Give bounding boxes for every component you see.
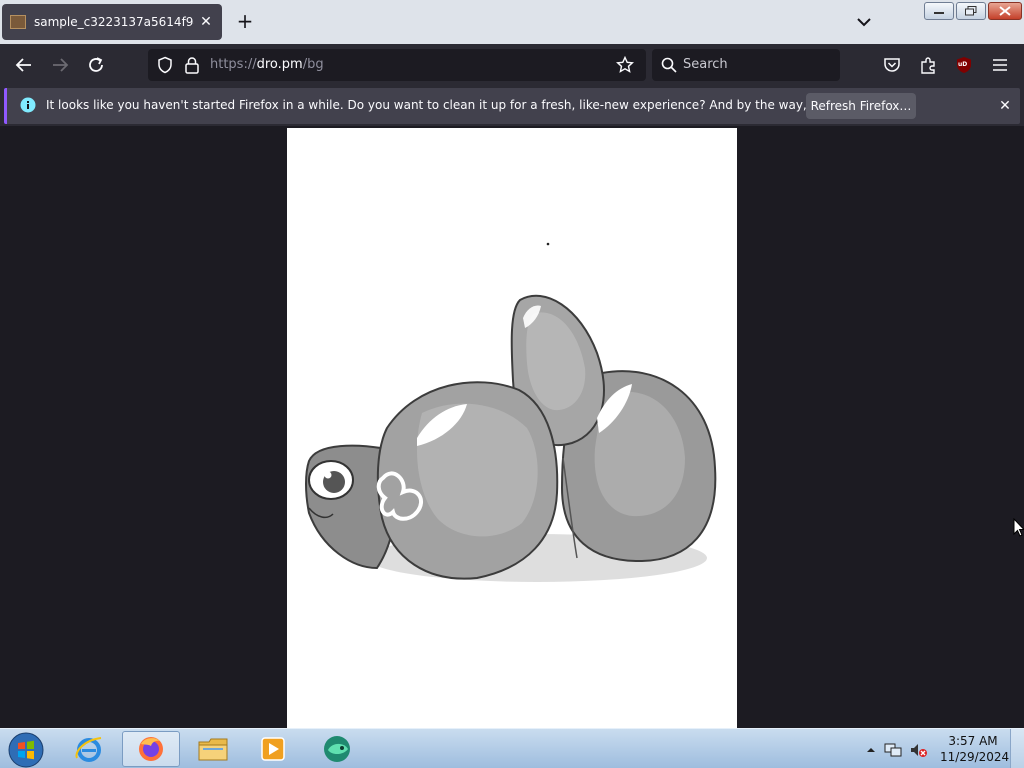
screen: sample_c3223137a5614f94d0d3 ✕ + — [0, 0, 1024, 768]
new-tab-button[interactable]: + — [234, 10, 256, 32]
bookmark-star-icon[interactable] — [616, 56, 634, 74]
folder-icon — [198, 738, 228, 761]
app-menu-button[interactable] — [988, 53, 1012, 77]
media-player-icon — [261, 737, 285, 761]
window-controls — [924, 2, 1022, 20]
internet-explorer-icon — [75, 737, 102, 762]
navigation-toolbar: https://dro.pm/bg Search uD — [0, 44, 1024, 86]
notification-bar: It looks like you haven't started Firefo… — [0, 86, 1024, 126]
start-button[interactable] — [6, 731, 46, 768]
refresh-firefox-button[interactable]: Refresh Firefox… — [806, 93, 916, 119]
ublock-origin-button[interactable]: uD — [952, 53, 976, 77]
url-text[interactable]: https://dro.pm/bg — [210, 57, 324, 72]
url-scheme: https:// — [210, 57, 257, 72]
clock-time: 3:57 AM — [948, 734, 998, 748]
displayed-image — [287, 128, 737, 728]
notification-text: It looks like you haven't started Firefo… — [46, 98, 902, 112]
windows-taskbar: 3:57 AM 11/29/2024 — [0, 728, 1024, 768]
close-icon — [999, 6, 1011, 16]
tab-title: sample_c3223137a5614f94d0d3 — [34, 15, 194, 29]
search-icon — [661, 57, 677, 73]
restore-button[interactable] — [956, 2, 986, 20]
green-fish-app-icon — [324, 736, 350, 762]
browser-tab[interactable]: sample_c3223137a5614f94d0d3 ✕ — [2, 4, 222, 40]
arrow-right-icon — [53, 58, 69, 72]
reload-button[interactable] — [84, 53, 108, 77]
tab-favicon-icon — [10, 15, 26, 29]
search-input[interactable]: Search — [652, 49, 840, 81]
chevron-down-icon — [857, 18, 871, 27]
restore-icon — [965, 6, 977, 16]
arrow-left-icon — [15, 58, 31, 72]
show-hidden-icons-icon[interactable] — [866, 745, 876, 755]
page-content — [0, 126, 1024, 728]
windows-logo-icon — [8, 732, 44, 768]
tab-close-icon[interactable]: ✕ — [198, 14, 214, 30]
forward-button[interactable] — [48, 53, 72, 77]
back-button[interactable] — [12, 53, 36, 77]
list-all-tabs-button[interactable] — [852, 10, 876, 34]
gray-blob-illustration — [305, 242, 717, 582]
volume-muted-icon[interactable] — [910, 742, 928, 758]
taskbar-file-explorer[interactable] — [184, 731, 242, 767]
taskbar-media-player[interactable] — [244, 731, 302, 767]
hamburger-menu-icon — [993, 59, 1007, 71]
taskbar-internet-explorer[interactable] — [60, 731, 118, 767]
reload-icon — [89, 57, 103, 72]
network-icon[interactable] — [884, 742, 902, 758]
firefox-icon — [139, 737, 163, 761]
ublock-badge: uD — [958, 61, 968, 68]
lock-icon[interactable] — [184, 56, 200, 74]
notification-message-box: It looks like you haven't started Firefo… — [4, 88, 1020, 124]
url-host: dro.pm — [256, 57, 303, 72]
system-tray — [866, 733, 928, 767]
puzzle-piece-icon — [921, 57, 935, 74]
mouse-cursor-icon — [1013, 518, 1024, 537]
tab-strip: sample_c3223137a5614f94d0d3 ✕ + — [0, 0, 1024, 44]
extensions-button[interactable] — [916, 53, 940, 77]
minimize-button[interactable] — [924, 2, 954, 20]
info-icon — [20, 97, 36, 113]
url-path: /bg — [302, 57, 324, 72]
minimize-icon — [934, 12, 944, 14]
taskbar-app[interactable] — [308, 731, 366, 767]
close-window-button[interactable] — [988, 2, 1022, 20]
show-desktop-button[interactable] — [1010, 729, 1024, 768]
pocket-button[interactable] — [880, 53, 904, 77]
notification-close-icon[interactable]: ✕ — [995, 96, 1015, 116]
clock-date: 11/29/2024 — [940, 750, 1010, 764]
shield-icon[interactable] — [156, 56, 174, 74]
pocket-icon — [884, 58, 900, 72]
search-placeholder: Search — [683, 57, 728, 72]
url-bar[interactable]: https://dro.pm/bg — [148, 49, 646, 81]
taskbar-firefox[interactable] — [122, 731, 180, 767]
system-clock[interactable]: 3:57 AM 11/29/2024 — [940, 733, 1010, 765]
